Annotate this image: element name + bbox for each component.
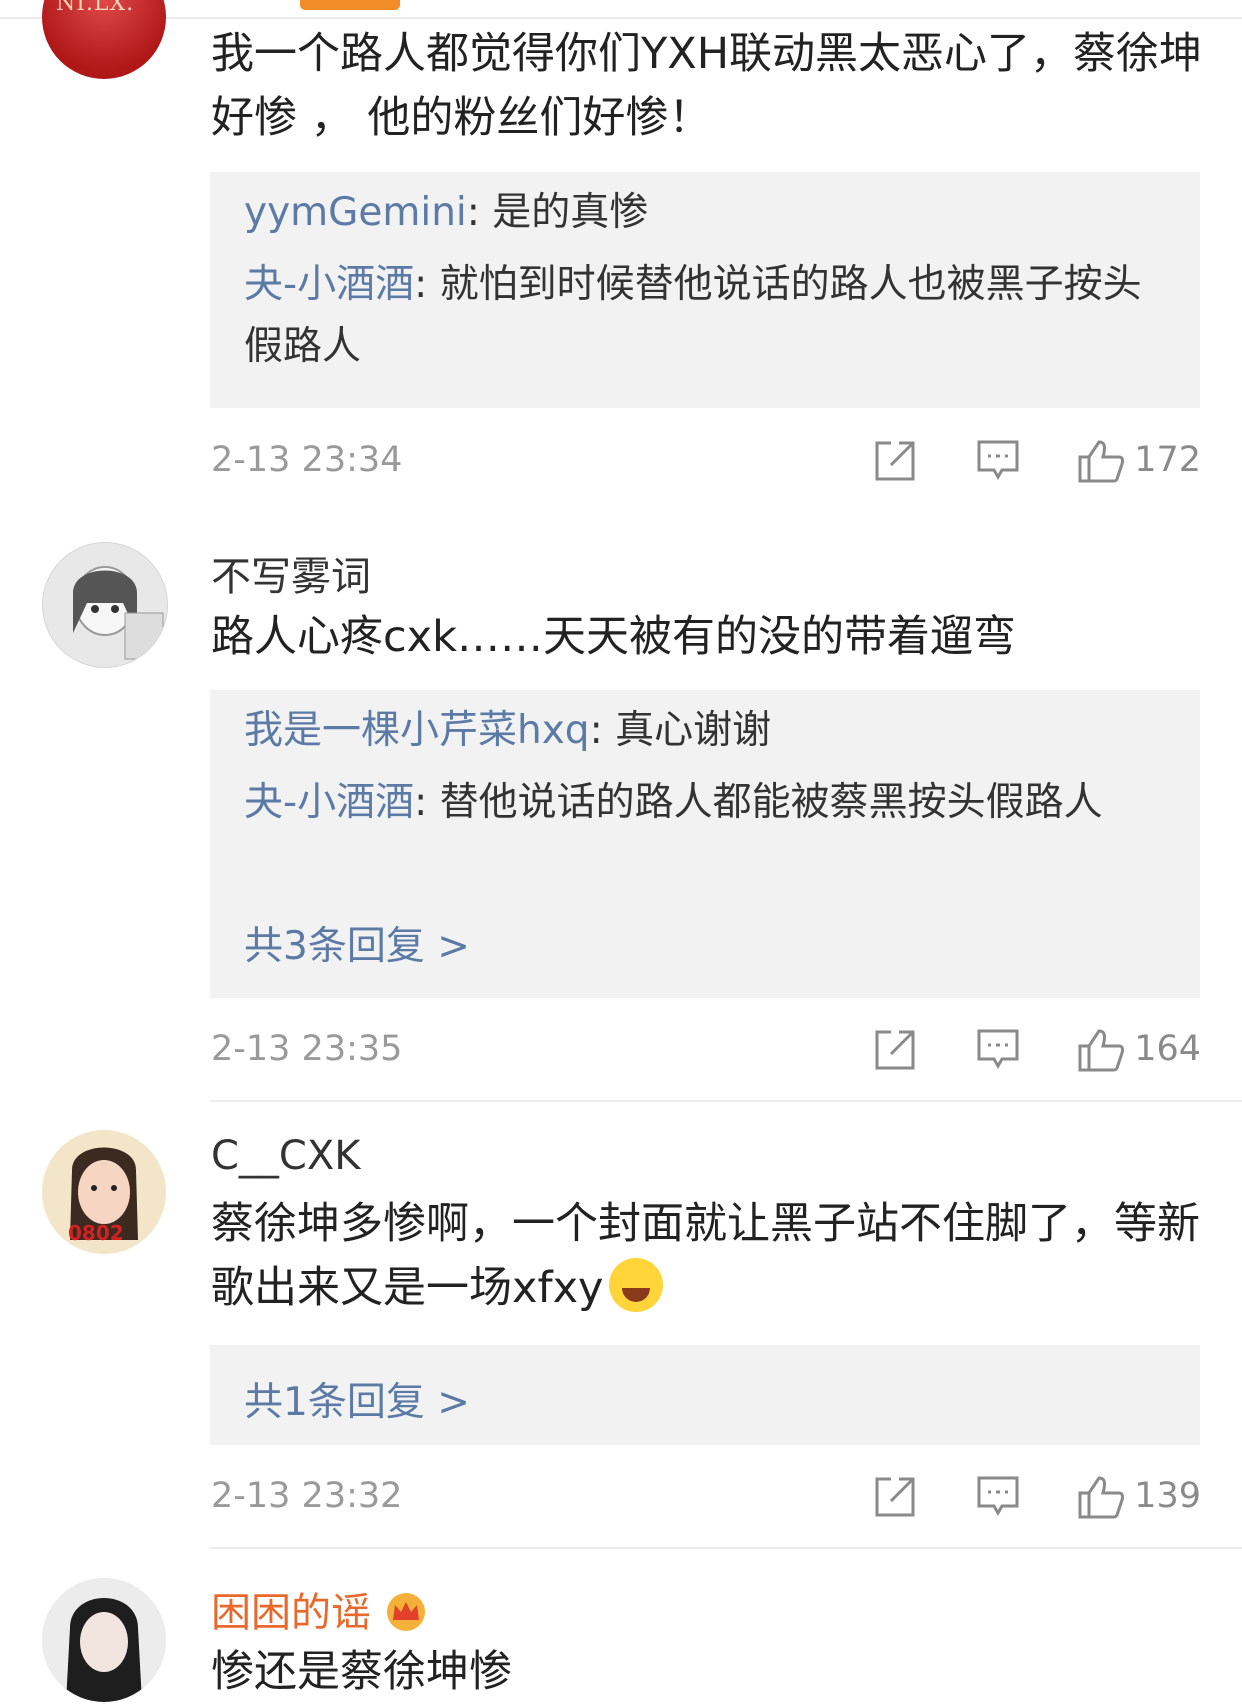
comment-meta: 2-13 23:34 172 [211, 435, 1201, 485]
more-replies-link[interactable]: 共1条回复 > [244, 1371, 470, 1427]
reply-username[interactable]: 夬-小酒酒 [244, 262, 414, 307]
portrait-image: 0802 [42, 1130, 166, 1254]
reply-username[interactable]: 我是一棵小芹菜hxq [244, 708, 590, 753]
like-count: 139 [1134, 1476, 1201, 1516]
avatar[interactable] [42, 1578, 166, 1702]
avatar[interactable] [42, 542, 168, 668]
comment-meta: 2-13 23:32 139 [211, 1471, 1201, 1521]
avatar[interactable]: 0802 [42, 1130, 166, 1254]
comment-meta: 2-13 23:35 164 [211, 1024, 1201, 1074]
share-icon[interactable] [873, 439, 917, 481]
laughing-emoji-icon [609, 1258, 664, 1312]
like-count: 172 [1134, 440, 1201, 480]
timestamp: 2-13 23:32 [211, 1476, 403, 1516]
avatar[interactable]: NI.LX. [42, 0, 166, 79]
username-text: 困困的谣 [211, 1590, 371, 1636]
more-replies-link[interactable]: 共3条回复 > [244, 915, 470, 971]
avatar-text: NI.LX. [56, 0, 135, 16]
reply-username[interactable]: yymGemini [244, 190, 467, 235]
reply-box[interactable]: 共1条回复 > [210, 1345, 1200, 1445]
comment-text: 路人心疼cxk……天天被有的没的带着遛弯 [211, 612, 1016, 662]
username[interactable]: C__CXK [211, 1133, 361, 1179]
active-tab-indicator [300, 0, 400, 10]
comment-divider [210, 1100, 1242, 1102]
comment-text: 蔡徐坤多惨啊，一个封面就让黑子站不住脚了，等新歌出来又是一场xfxy [211, 1192, 1211, 1320]
reply-line: 夬-小酒酒: 替他说话的路人都能被蔡黑按头假路人 [244, 772, 1164, 834]
reply-text: : 真心谢谢 [589, 708, 772, 753]
timestamp: 2-13 23:35 [211, 1029, 403, 1069]
username[interactable]: 不写雾词 [211, 544, 371, 602]
reply-text: : 替他说话的路人都能被蔡黑按头假路人 [414, 780, 1103, 825]
share-icon[interactable] [873, 1028, 917, 1070]
thumbs-up-icon[interactable] [1077, 1475, 1125, 1519]
thumbs-up-icon[interactable] [1077, 439, 1125, 483]
top-divider [0, 17, 1242, 19]
reply-text: : 是的真惨 [466, 190, 649, 235]
reply-box[interactable]: yymGemini: 是的真惨 夬-小酒酒: 就怕到时候替他说话的路人也被黑子按… [210, 172, 1200, 408]
thumbs-up-icon[interactable] [1077, 1028, 1125, 1072]
comment-text: 我一个路人都觉得你们YXH联动黑太恶心了，蔡徐坤好惨 ， 他的粉丝们好惨！ [211, 29, 1203, 143]
anime-portrait-image [73, 566, 164, 660]
reply-line: yymGemini: 是的真惨 [244, 182, 1164, 244]
comment-divider [210, 1547, 1242, 1549]
comment-icon[interactable] [976, 1475, 1020, 1517]
comment-text-body: 蔡徐坤多惨啊，一个封面就让黑子站不住脚了，等新歌出来又是一场xfxy [211, 1199, 1200, 1313]
comment-icon[interactable] [976, 439, 1020, 481]
username[interactable]: 困困的谣 [211, 1580, 428, 1638]
avatar-text: 0802 [68, 1221, 124, 1245]
like-count: 164 [1134, 1029, 1201, 1069]
comment-text: 惨还是蔡徐坤惨 [211, 1647, 512, 1697]
comment-icon[interactable] [976, 1028, 1020, 1070]
timestamp: 2-13 23:34 [211, 440, 403, 480]
reply-line: 我是一棵小芹菜hxq: 真心谢谢 [244, 700, 1164, 762]
reply-box[interactable]: 我是一棵小芹菜hxq: 真心谢谢 夬-小酒酒: 替他说话的路人都能被蔡黑按头假路… [210, 690, 1200, 998]
reply-username[interactable]: 夬-小酒酒 [244, 780, 414, 825]
reply-line: 夬-小酒酒: 就怕到时候替他说话的路人也被黑子按头假路人 [244, 254, 1164, 378]
portrait-image [42, 1578, 166, 1702]
crown-icon [386, 1593, 425, 1631]
share-icon[interactable] [873, 1475, 917, 1517]
